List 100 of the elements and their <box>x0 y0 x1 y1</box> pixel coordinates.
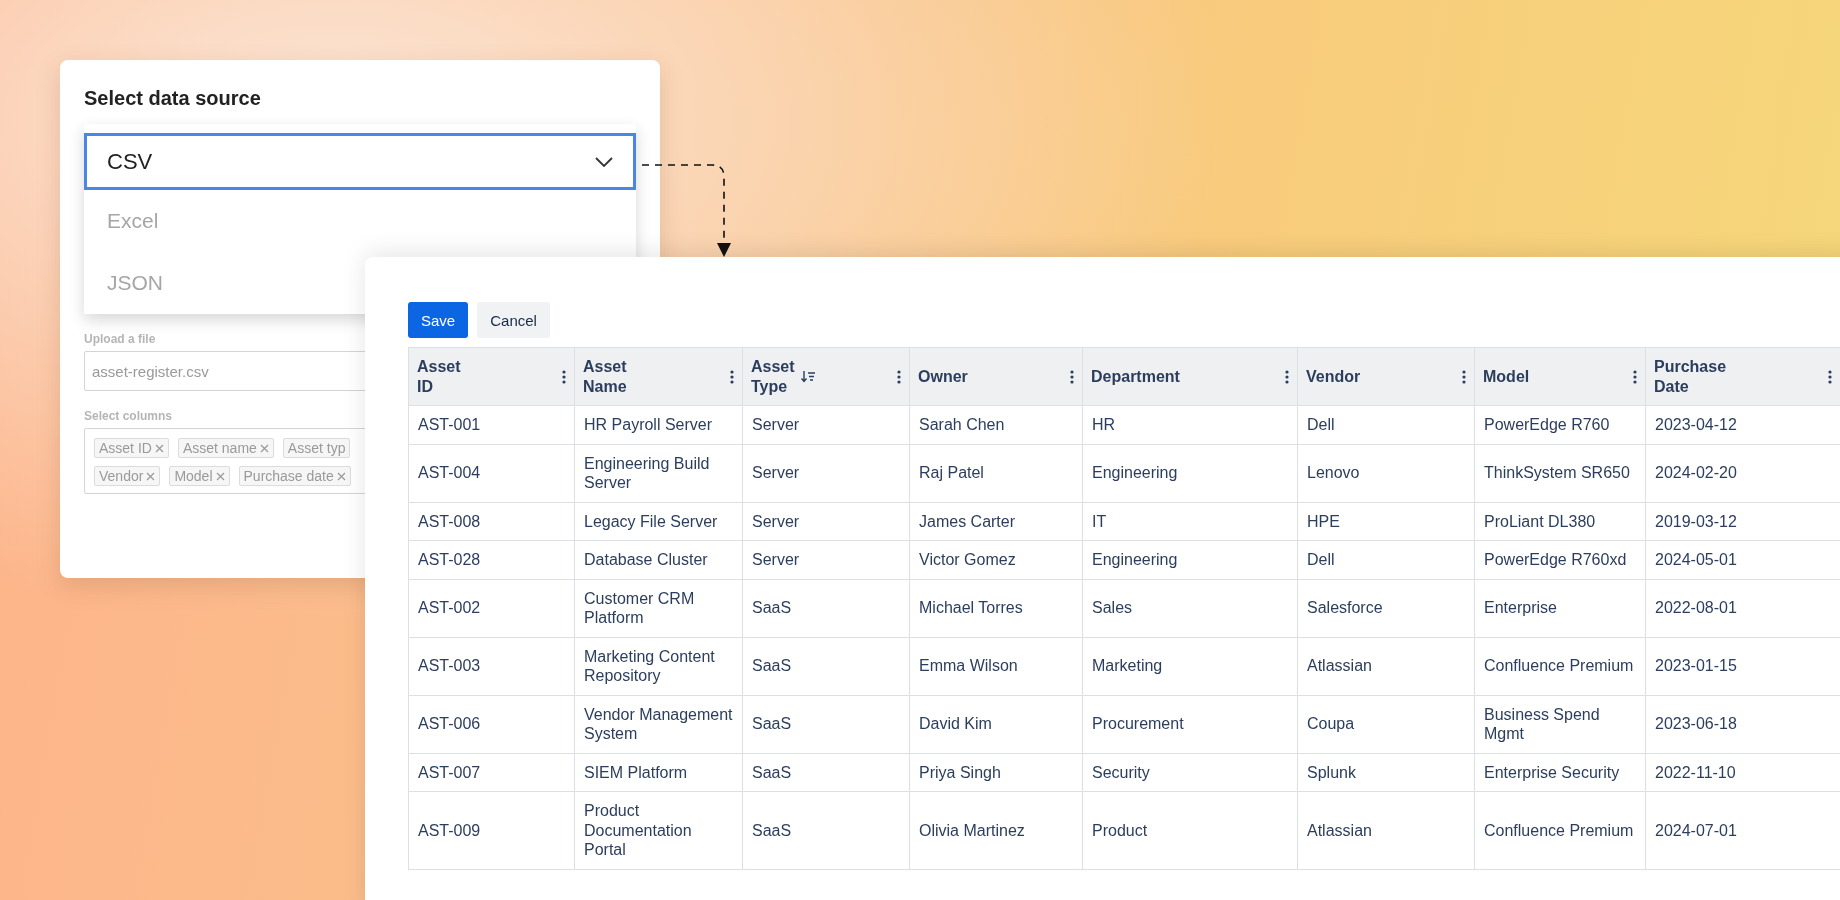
column-header[interactable]: Department <box>1082 347 1298 406</box>
table-cell: Server <box>742 540 910 579</box>
table-cell: Legacy File Server <box>574 502 743 541</box>
chevron-down-icon <box>595 156 613 167</box>
table-cell: AST-007 <box>408 753 575 792</box>
close-icon[interactable] <box>146 471 156 481</box>
card-title: Select data source <box>84 86 262 111</box>
table-cell: AST-003 <box>408 637 575 695</box>
save-button[interactable]: Save <box>408 302 469 338</box>
table-cell: Dell <box>1297 540 1475 579</box>
column-tag[interactable]: Model <box>169 466 230 486</box>
column-header[interactable]: Asset Name <box>574 347 743 406</box>
table-cell: Dell <box>1297 405 1475 444</box>
close-icon[interactable] <box>336 471 346 481</box>
column-tag[interactable]: Vendor <box>94 466 161 486</box>
table-cell: PowerEdge R760 <box>1474 405 1646 444</box>
table-cell: Atlassian <box>1297 791 1475 869</box>
column-title: Owner <box>918 366 968 387</box>
more-options-icon[interactable] <box>1285 369 1289 384</box>
column-tag[interactable]: Asset typ <box>282 438 351 458</box>
table-cell: Vendor Management System <box>574 695 743 753</box>
table-cell: Sarah Chen <box>909 405 1083 444</box>
table-cell: Salesforce <box>1297 579 1475 637</box>
more-options-icon[interactable] <box>1462 369 1466 384</box>
table-cell: Sales <box>1082 579 1298 637</box>
column-tag[interactable]: Purchase date <box>238 466 351 486</box>
column-title: Model <box>1483 366 1530 387</box>
column-title: Purchase Date <box>1654 356 1727 397</box>
table-cell: HPE <box>1297 502 1475 541</box>
table-cell: Raj Patel <box>909 444 1083 502</box>
table-cell: David Kim <box>909 695 1083 753</box>
table-cell: SaaS <box>742 579 910 637</box>
table-cell: Victor Gomez <box>909 540 1083 579</box>
column-tag[interactable]: Asset ID <box>94 438 169 458</box>
more-options-icon[interactable] <box>562 369 566 384</box>
more-options-icon[interactable] <box>897 369 901 384</box>
close-icon[interactable] <box>154 443 164 453</box>
table-cell: Confluence Premium <box>1474 791 1646 869</box>
table-cell: AST-004 <box>408 444 575 502</box>
field-label: Upload a file <box>84 332 157 346</box>
table-cell: AST-002 <box>408 579 575 637</box>
table-cell: Procurement <box>1082 695 1298 753</box>
table-cell: Olivia Martinez <box>909 791 1083 869</box>
table-cell: Splunk <box>1297 753 1475 792</box>
source-select[interactable]: CSV <box>84 133 636 190</box>
table-cell: Business Spend Mgmt <box>1474 695 1646 753</box>
table-cell: HR <box>1082 405 1298 444</box>
table-cell: Enterprise Security <box>1474 753 1646 792</box>
table-cell: Emma Wilson <box>909 637 1083 695</box>
table-cell: PowerEdge R760xd <box>1474 540 1646 579</box>
sort-icon[interactable] <box>800 370 815 383</box>
column-title: Asset Type <box>751 356 795 397</box>
close-icon[interactable] <box>215 471 225 481</box>
table-cell: Product <box>1082 791 1298 869</box>
table-cell: Engineering Build Server <box>574 444 743 502</box>
more-options-icon[interactable] <box>1070 369 1074 384</box>
table-cell: AST-001 <box>408 405 575 444</box>
table-cell: Enterprise <box>1474 579 1646 637</box>
more-options-icon[interactable] <box>1633 369 1637 384</box>
table-cell: Security <box>1082 753 1298 792</box>
table-cell: AST-008 <box>408 502 575 541</box>
table-cell: Product Documentation Portal <box>574 791 743 869</box>
table-cell: Marketing <box>1082 637 1298 695</box>
column-header[interactable]: Owner <box>909 347 1083 406</box>
table-cell: Priya Singh <box>909 753 1083 792</box>
table-cell: Engineering <box>1082 540 1298 579</box>
table-cell: SaaS <box>742 637 910 695</box>
table-cell: SIEM Platform <box>574 753 743 792</box>
column-header[interactable]: Asset ID <box>408 347 575 406</box>
table-cell: Engineering <box>1082 444 1298 502</box>
table-cell: Server <box>742 444 910 502</box>
table-cell: ThinkSystem SR650 <box>1474 444 1646 502</box>
field-label: Select columns <box>84 409 174 423</box>
table-cell: Database Cluster <box>574 540 743 579</box>
column-header[interactable]: Vendor <box>1297 347 1475 406</box>
column-header[interactable]: Purchase Date <box>1645 347 1840 406</box>
table-cell: Customer CRM Platform <box>574 579 743 637</box>
cancel-button[interactable]: Cancel <box>477 302 550 338</box>
table-cell: SaaS <box>742 695 910 753</box>
close-icon[interactable] <box>259 443 269 453</box>
column-title: Department <box>1091 366 1180 387</box>
table-cell: Marketing Content Repository <box>574 637 743 695</box>
table-cell: AST-009 <box>408 791 575 869</box>
table-cell: HR Payroll Server <box>574 405 743 444</box>
table-cell: Server <box>742 405 910 444</box>
column-header[interactable]: Model <box>1474 347 1646 406</box>
table-cell: Confluence Premium <box>1474 637 1646 695</box>
table-cell: AST-028 <box>408 540 575 579</box>
table-cell: Atlassian <box>1297 637 1475 695</box>
column-header[interactable]: Asset Type <box>742 347 910 406</box>
table-cell: ProLiant DL380 <box>1474 502 1646 541</box>
table-cell: IT <box>1082 502 1298 541</box>
table-cell: Lenovo <box>1297 444 1475 502</box>
table-cell: James Carter <box>909 502 1083 541</box>
table-cell: SaaS <box>742 753 910 792</box>
more-options-icon[interactable] <box>730 369 734 384</box>
more-options-icon[interactable] <box>1828 369 1832 384</box>
table-cell: SaaS <box>742 791 910 869</box>
table-cell: Coupa <box>1297 695 1475 753</box>
column-tag[interactable]: Asset name <box>177 438 274 458</box>
